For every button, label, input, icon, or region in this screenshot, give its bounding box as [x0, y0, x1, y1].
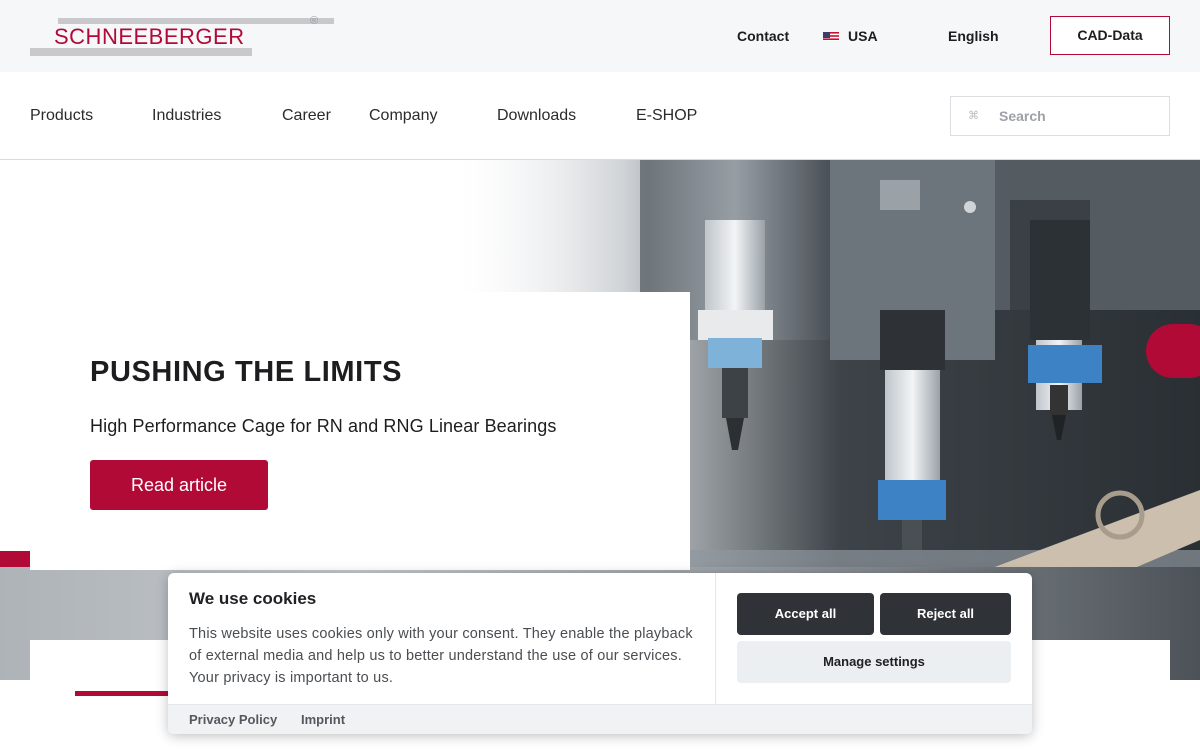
cad-data-button[interactable]: CAD-Data — [1050, 16, 1170, 55]
manage-settings-button[interactable]: Manage settings — [737, 641, 1011, 683]
contact-link[interactable]: Contact — [737, 27, 789, 45]
page: SCHNEEBERGER ® Contact USA English CAD-D… — [0, 0, 1200, 750]
slider-next-button[interactable] — [1146, 324, 1200, 378]
nav-item-career[interactable]: Career — [282, 106, 331, 125]
cookie-title: We use cookies — [189, 589, 317, 608]
nav-item-industries[interactable]: Industries — [152, 106, 221, 125]
logo[interactable]: SCHNEEBERGER ® — [30, 14, 334, 60]
registered-mark: ® — [310, 15, 319, 27]
logo-bar-bottom — [30, 48, 252, 56]
main-nav: Products Industries Career Company Downl… — [0, 72, 1200, 160]
nav-item-eshop[interactable]: E-SHOP — [636, 106, 697, 125]
top-bar: SCHNEEBERGER ® Contact USA English CAD-D… — [0, 0, 1200, 72]
hero-subtitle: High Performance Cage for RN and RNG Lin… — [90, 416, 557, 436]
nav-item-products[interactable]: Products — [30, 106, 93, 125]
read-article-button[interactable]: Read article — [90, 460, 268, 510]
content-accent-line — [75, 691, 175, 696]
red-accent-bar — [0, 551, 30, 567]
accept-all-button[interactable]: Accept all — [737, 593, 874, 635]
nav-item-company[interactable]: Company — [369, 106, 437, 125]
nav-item-downloads[interactable]: Downloads — [497, 106, 576, 125]
cookie-footer: Privacy Policy Imprint — [168, 704, 1032, 734]
search-icon: ⌘ — [968, 110, 979, 122]
reject-all-button[interactable]: Reject all — [880, 593, 1011, 635]
imprint-link[interactable]: Imprint — [301, 712, 345, 728]
cookie-dialog: We use cookies This website uses cookies… — [168, 573, 1032, 734]
search-input[interactable] — [999, 106, 1159, 126]
hero-title: PUSHING THE LIMITS — [90, 356, 403, 388]
cookie-description: This website uses cookies only with your… — [189, 626, 693, 686]
privacy-policy-link[interactable]: Privacy Policy — [189, 712, 277, 728]
us-flag-icon — [823, 30, 839, 41]
language-selector[interactable]: English — [948, 27, 999, 45]
logo-wordmark: SCHNEEBERGER — [54, 24, 245, 49]
search-box[interactable]: ⌘ — [950, 96, 1170, 136]
country-selector[interactable]: USA — [848, 27, 878, 45]
cookie-divider — [715, 573, 716, 704]
